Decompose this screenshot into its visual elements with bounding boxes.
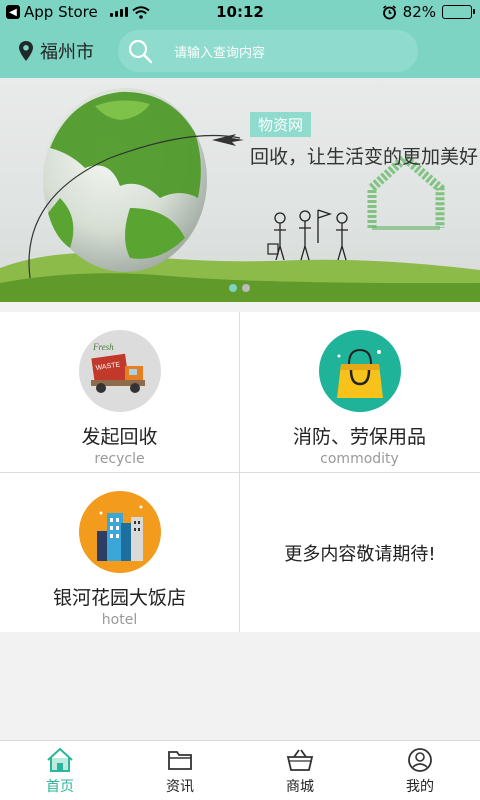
carousel-indicator [229, 284, 250, 292]
carousel-dot[interactable] [242, 284, 250, 292]
location-pin-icon [19, 41, 33, 61]
alarm-icon [382, 4, 396, 19]
hotel-buildings-icon [78, 491, 161, 573]
top-header: 福州市 请输入查询内容 [0, 24, 480, 78]
tab-mall[interactable]: 商城 [240, 741, 360, 800]
tab-label: 资讯 [166, 779, 194, 795]
shopping-bag-icon [318, 330, 401, 412]
status-bar: ◀ App Store 10:12 82% [0, 0, 480, 24]
bottom-tab-bar: 首页 资讯 商城 我的 [0, 740, 480, 800]
service-subtitle: commodity [320, 451, 399, 467]
tab-mine[interactable]: 我的 [360, 741, 480, 800]
tab-home[interactable]: 首页 [0, 741, 120, 800]
location-selector[interactable]: 福州市 [0, 38, 116, 64]
search-bar[interactable]: 请输入查询内容 [118, 30, 418, 72]
tab-label: 首页 [46, 779, 74, 795]
signal-icon [109, 7, 128, 17]
banner-tag: 物资网 [250, 112, 312, 137]
tab-label: 我的 [406, 779, 434, 795]
service-title: 消防、劳保用品 [292, 426, 426, 448]
battery-icon [442, 5, 475, 19]
service-title: 银河花园大饭店 [52, 587, 186, 609]
recycle-truck-icon: WASTE Fresh [78, 330, 161, 412]
tab-news[interactable]: 资讯 [120, 741, 240, 800]
wifi-icon [132, 5, 150, 19]
basket-icon [286, 749, 314, 771]
tab-label: 商城 [286, 779, 314, 795]
back-app-label[interactable]: App Store [24, 3, 98, 21]
search-icon[interactable] [118, 30, 162, 72]
service-hotel[interactable]: 银河花园大饭店 hotel [0, 473, 239, 632]
battery-percent: 82% [402, 3, 436, 21]
user-icon [408, 748, 432, 772]
banner-slogan: 回收，让生活变的更加美好 [250, 146, 479, 168]
service-title: 发起回收 [81, 426, 158, 448]
service-commodity[interactable]: 消防、劳保用品 commodity [240, 312, 479, 471]
folder-icon [168, 751, 192, 770]
service-subtitle: recycle [94, 451, 145, 467]
service-subtitle: hotel [101, 612, 138, 628]
service-recycle[interactable]: WASTE Fresh 发起回收 recycle [0, 312, 239, 471]
search-input[interactable]: 请输入查询内容 [174, 42, 265, 61]
home-icon [47, 747, 73, 772]
svg-text:Fresh: Fresh [92, 342, 114, 352]
location-label: 福州市 [40, 42, 94, 63]
back-arrow-icon[interactable]: ◀ [6, 5, 20, 19]
banner-globe-image [0, 88, 480, 302]
banner-carousel[interactable]: 物资网 回收，让生活变的更加美好 [0, 78, 480, 302]
carousel-dot-active[interactable] [229, 284, 237, 292]
more-coming-text: 更多内容敬请期待! [284, 543, 436, 565]
